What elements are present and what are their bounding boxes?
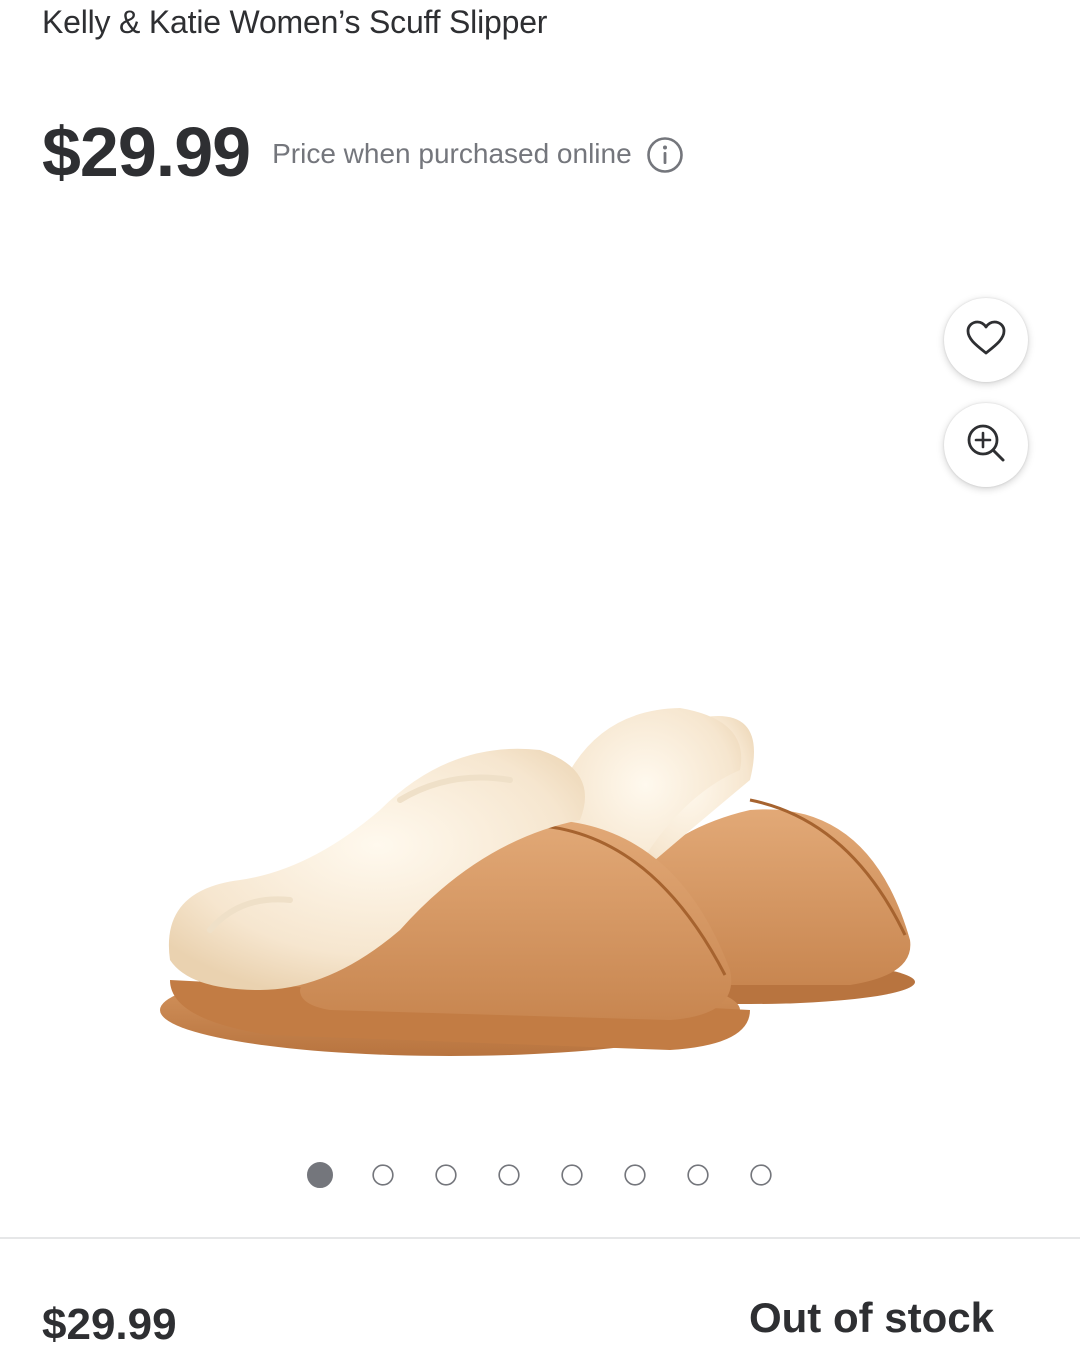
price-note: Price when purchased online [272, 138, 632, 169]
gallery-dot-8[interactable] [749, 1164, 772, 1186]
zoom-in-icon [965, 422, 1007, 469]
favorite-button[interactable] [944, 298, 1028, 382]
gallery-dot-3[interactable] [434, 1164, 457, 1186]
gallery-dot-1[interactable] [306, 1162, 333, 1188]
stock-status: Out of stock [748, 1294, 994, 1341]
product-price: $29.99 [42, 113, 251, 191]
gallery-dot-4[interactable] [497, 1164, 520, 1186]
info-icon[interactable] [646, 136, 684, 174]
product-page: Kelly & Katie Women’s Scuff Slipper $29.… [0, 0, 1080, 1353]
price-row: $29.99 Price when purchased online [42, 112, 684, 192]
product-image[interactable] [150, 690, 930, 1090]
zoom-button[interactable] [944, 403, 1028, 487]
gallery-dot-2[interactable] [371, 1164, 394, 1186]
gallery-dot-7[interactable] [686, 1164, 709, 1186]
product-title: Kelly & Katie Women’s Scuff Slipper [42, 4, 548, 40]
footer-divider [0, 1237, 1080, 1239]
heart-icon [966, 320, 1006, 361]
gallery-dot-6[interactable] [623, 1164, 646, 1186]
footer-price: $29.99 [42, 1300, 177, 1349]
gallery-pagination [0, 1162, 1080, 1188]
gallery-dot-5[interactable] [560, 1164, 583, 1186]
